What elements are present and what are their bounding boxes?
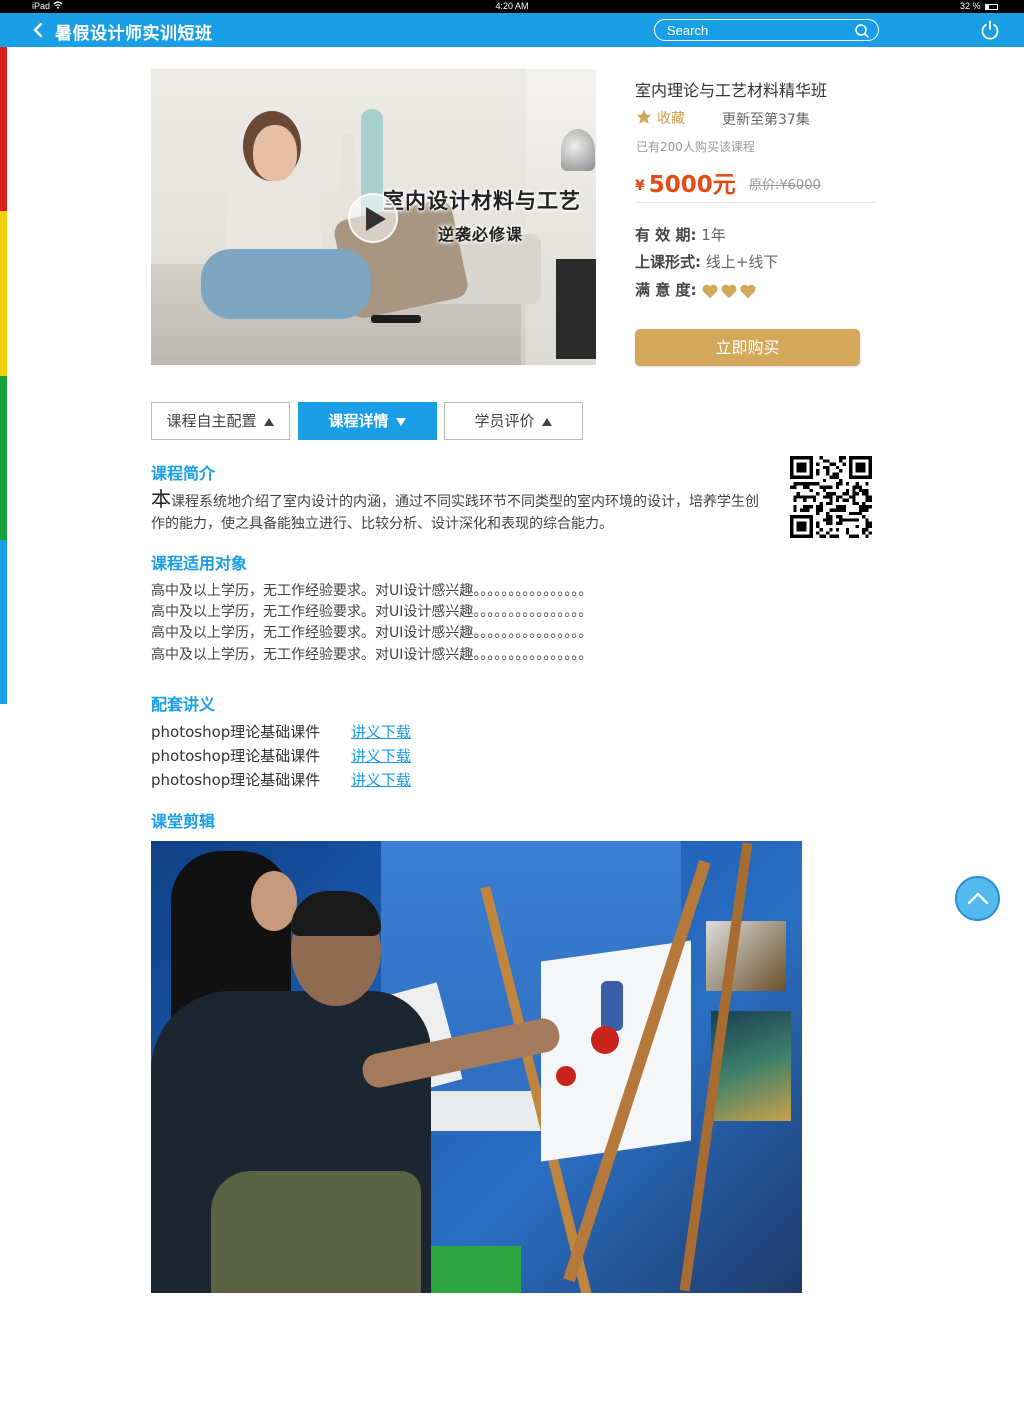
photo-scene-man-hair — [291, 891, 381, 936]
qr-code — [790, 456, 872, 538]
color-stripe-green — [0, 376, 7, 540]
audience-line: 高中及以上学历，无工作经验要求。对UI设计感兴趣。。。。。。。。。。。。。。。。 — [151, 604, 593, 620]
handout-download-link[interactable]: 讲义下载 — [351, 769, 411, 790]
star-icon — [636, 109, 652, 124]
satisfaction-label: 满 意 度: — [635, 281, 697, 299]
validity-value: 1年 — [701, 226, 726, 244]
status-time: 4:20 AM — [495, 1, 529, 11]
buy-now-button[interactable]: 立即购买 — [635, 329, 860, 366]
video-overlay-subtitle: 逆袭必修课 — [438, 225, 524, 244]
video-scene-kettle — [561, 129, 595, 171]
page-title: 暑假设计师实训短班 — [55, 24, 213, 44]
photo-scene-woman-face — [251, 871, 297, 931]
original-price: 原价:¥6000 — [749, 178, 821, 193]
format-row: 上课形式: 线上+线下 — [635, 251, 778, 272]
video-scene-person-face — [253, 125, 297, 181]
photo-scene-bag — [431, 1246, 521, 1293]
validity-row: 有 效 期: 1年 — [635, 224, 726, 245]
chevron-up-icon — [967, 892, 989, 905]
favorite-button[interactable]: 收藏 — [635, 108, 685, 128]
audience-line: 高中及以上学历，无工作经验要求。对UI设计感兴趣。。。。。。。。。。。。。。。。 — [151, 647, 593, 663]
section-title-intro: 课程简介 — [151, 464, 216, 483]
photo-scene-apple — [556, 1066, 576, 1086]
search-box[interactable] — [654, 19, 879, 41]
price-amount: 5000元 — [648, 172, 736, 198]
audience-line: 高中及以上学历，无工作经验要求。对UI设计感兴趣。。。。。。。。。。。。。。。。 — [151, 625, 593, 641]
play-button[interactable] — [348, 193, 398, 243]
format-value: 线上+线下 — [705, 253, 779, 271]
photo-scene-man-pants — [211, 1171, 421, 1293]
triangle-up-icon — [263, 418, 274, 426]
video-overlay-title: 室内设计材料与工艺 — [383, 189, 581, 213]
color-stripe-yellow — [0, 211, 7, 376]
color-stripe-red — [0, 47, 7, 211]
handout-download-link[interactable]: 讲义下载 — [351, 721, 411, 742]
color-stripe-blue — [0, 540, 7, 704]
handout-name: photoshop理论基础课件 — [151, 723, 321, 741]
video-scene-remote — [371, 315, 421, 323]
course-title: 室内理论与工艺材料精华班 — [635, 81, 828, 100]
battery-percent: 32 % — [959, 1, 981, 11]
tab-label: 课程详情 — [328, 412, 389, 430]
heart-icon — [702, 284, 718, 299]
intro-text: 本课程系统地介绍了室内设计的内涵，通过不同实践环节不同类型的室内环境的设计，培养… — [151, 488, 766, 535]
course-video[interactable]: 室内设计材料与工艺 逆袭必修课 — [151, 69, 596, 365]
photo-scene-apple — [591, 1026, 619, 1054]
video-scene-person-legs — [201, 249, 371, 319]
favorite-label: 收藏 — [657, 111, 685, 127]
buyer-count: 已有200人购买该课程 — [636, 140, 755, 154]
section-title-audience: 课程适用对象 — [151, 554, 248, 573]
triangle-up-icon — [541, 418, 552, 426]
episode-update: 更新至第37集 — [722, 112, 810, 128]
validity-label: 有 效 期: — [635, 226, 697, 244]
photo-scene-bottle — [601, 981, 623, 1031]
nav-bar: 暑假设计师实训短班 — [0, 13, 1024, 47]
handout-name: photoshop理论基础课件 — [151, 771, 321, 789]
back-to-top-button[interactable] — [955, 876, 1000, 921]
audience-line: 高中及以上学历，无工作经验要求。对UI设计感兴趣。。。。。。。。。。。。。。。。 — [151, 583, 593, 599]
battery-icon — [985, 3, 998, 10]
video-scene-oven — [556, 259, 596, 359]
tab-course-config[interactable]: 课程自主配置 — [151, 402, 290, 440]
battery-status: 32 % — [960, 0, 998, 13]
chevron-left-icon — [33, 22, 43, 38]
intro-body: 课程系统地介绍了室内设计的内涵，通过不同实践环节不同类型的室内环境的设计，培养学… — [151, 494, 759, 532]
section-title-gallery: 课堂剪辑 — [151, 812, 216, 831]
play-icon — [366, 207, 386, 231]
classroom-photo — [151, 841, 802, 1293]
course-price: ¥5000元 — [635, 165, 736, 199]
handout-download-link[interactable]: 讲义下载 — [351, 745, 411, 766]
search-icon[interactable] — [854, 23, 870, 39]
triangle-down-icon — [395, 418, 406, 426]
heart-icon — [721, 284, 737, 299]
intro-first-char: 本 — [151, 487, 171, 511]
section-title-handouts: 配套讲义 — [151, 695, 216, 714]
tab-student-reviews[interactable]: 学员评价 — [444, 402, 583, 440]
status-bar: iPad 4:20 AM 32 % — [0, 0, 1024, 13]
currency-symbol: ¥ — [635, 178, 645, 194]
photo-scene-painting — [706, 921, 786, 991]
tab-label: 课程自主配置 — [166, 412, 257, 430]
tab-course-details[interactable]: 课程详情 — [298, 402, 437, 440]
back-button[interactable] — [30, 19, 48, 41]
heart-icon — [740, 284, 756, 299]
satisfaction-row: 满 意 度: — [635, 279, 758, 303]
format-label: 上课形式: — [635, 253, 701, 271]
search-input[interactable] — [667, 22, 847, 38]
tab-label: 学员评价 — [474, 412, 535, 430]
satisfaction-rating — [701, 283, 758, 303]
divider — [635, 202, 875, 203]
power-icon[interactable] — [980, 20, 1000, 40]
handout-name: photoshop理论基础课件 — [151, 747, 321, 765]
